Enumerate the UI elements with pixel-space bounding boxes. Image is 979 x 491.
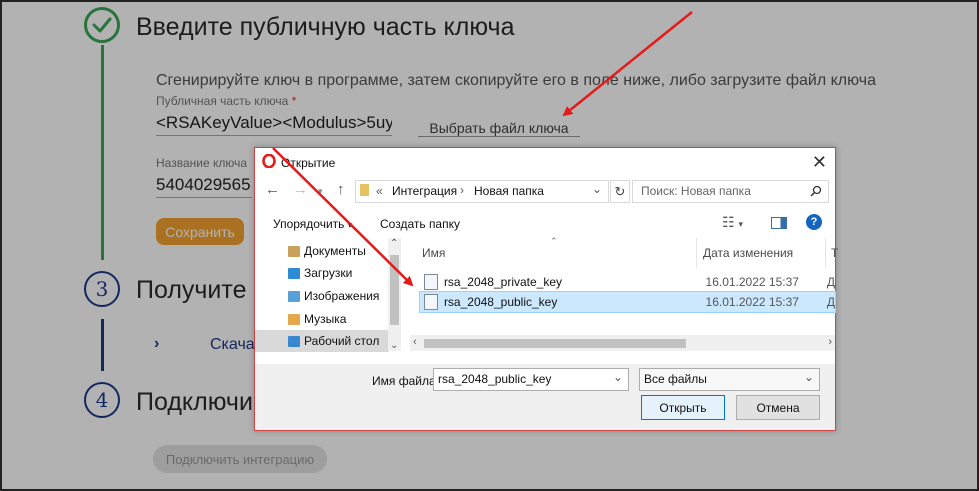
nav-item-pictures[interactable]: Изображения bbox=[255, 285, 389, 307]
column-name[interactable]: Имя bbox=[422, 238, 445, 268]
back-arrow-icon[interactable]: ← bbox=[265, 181, 280, 198]
nav-item-desktop[interactable]: Рабочий стол bbox=[255, 330, 389, 352]
open-file-dialog: Открытие ✕ ← → ▾ ↑ « Интеграция › Новая … bbox=[254, 147, 838, 431]
nav-item-documents[interactable]: Документы bbox=[255, 240, 389, 262]
scroll-left-icon[interactable]: ‹ bbox=[413, 336, 417, 348]
file-date: 16.01.2022 15:37 bbox=[705, 275, 799, 289]
filename-dropdown-icon[interactable]: ⌄ bbox=[613, 370, 623, 384]
search-placeholder: Поиск: Новая папка bbox=[641, 184, 751, 198]
navigation-pane: Документы Загрузки Изображения Музыка Ра… bbox=[255, 238, 402, 352]
filename-value: rsa_2048_public_key bbox=[438, 372, 552, 386]
file-type: Д bbox=[826, 295, 835, 309]
filename-label: Имя файла: bbox=[372, 374, 439, 388]
filetype-dropdown-icon[interactable]: ⌄ bbox=[804, 370, 814, 384]
forward-arrow-icon[interactable]: → bbox=[293, 181, 308, 198]
file-name: rsa_2048_private_key bbox=[443, 275, 563, 289]
scroll-up-icon[interactable]: ⌃ bbox=[390, 238, 398, 249]
view-options-icon[interactable]: ☷ ▾ bbox=[722, 214, 743, 231]
scroll-down-icon[interactable]: ⌄ bbox=[390, 340, 398, 351]
folder-icon bbox=[360, 184, 369, 196]
up-arrow-icon[interactable]: ↑ bbox=[337, 181, 345, 198]
file-icon bbox=[424, 294, 438, 310]
address-dropdown-icon[interactable]: ⌄ bbox=[592, 182, 602, 196]
new-folder-button[interactable]: Создать папку bbox=[380, 217, 460, 231]
open-button[interactable]: Открыть bbox=[641, 395, 725, 420]
dialog-footer: Имя файла: rsa_2048_public_key ⌄ Все фай… bbox=[255, 364, 835, 430]
desktop-folder-icon bbox=[288, 335, 300, 347]
filetype-value: Все файлы bbox=[644, 372, 707, 386]
hscroll-thumb[interactable] bbox=[424, 339, 686, 348]
breadcrumb-new-folder[interactable]: Новая папка bbox=[474, 184, 544, 198]
nav-item-music[interactable]: Музыка bbox=[255, 308, 389, 330]
search-input[interactable]: Поиск: Новая папка bbox=[632, 180, 829, 203]
nav-item-downloads[interactable]: Загрузки bbox=[255, 262, 389, 284]
filename-input[interactable]: rsa_2048_public_key ⌄ bbox=[433, 368, 629, 391]
file-name: rsa_2048_public_key bbox=[443, 295, 558, 309]
scroll-right-icon[interactable]: › bbox=[828, 336, 832, 348]
filetype-select[interactable]: Все файлы ⌄ bbox=[639, 368, 820, 391]
downloads-folder-icon bbox=[288, 267, 300, 279]
dialog-title: Открытие bbox=[281, 156, 336, 170]
pictures-folder-icon bbox=[288, 290, 300, 302]
documents-folder-icon bbox=[288, 245, 300, 257]
column-type[interactable]: Т bbox=[831, 238, 838, 268]
file-row-private-key[interactable]: rsa_2048_private_key 16.01.2022 15:37 Д bbox=[420, 272, 835, 292]
file-icon bbox=[424, 274, 438, 290]
column-divider bbox=[696, 238, 697, 268]
recent-dropdown-icon[interactable]: ▾ bbox=[318, 186, 323, 197]
dialog-titlebar: Открытие ✕ bbox=[255, 148, 835, 176]
music-folder-icon bbox=[288, 313, 300, 325]
file-type: Д bbox=[826, 275, 835, 289]
nav-scroll-thumb[interactable] bbox=[390, 255, 399, 325]
help-icon[interactable]: ? bbox=[806, 214, 822, 230]
organize-menu[interactable]: Упорядочить ▾ bbox=[273, 217, 352, 231]
preview-pane-icon[interactable] bbox=[771, 217, 787, 229]
breadcrumb-separator-icon: › bbox=[460, 183, 464, 197]
navigation-row: ← → ▾ ↑ « Интеграция › Новая папка ⌄ ↻ П… bbox=[255, 178, 835, 204]
screenshot-frame: Введите публичную часть ключа Сгенирируй… bbox=[0, 0, 979, 491]
refresh-icon[interactable]: ↻ bbox=[610, 180, 630, 203]
file-list-scrollbar[interactable]: ‹ › bbox=[410, 335, 835, 351]
search-icon bbox=[810, 185, 822, 197]
breadcrumb-integration[interactable]: Интеграция bbox=[392, 184, 457, 198]
breadcrumb-overflow[interactable]: « bbox=[376, 184, 383, 198]
sort-ascending-icon: ⌃ bbox=[550, 236, 558, 246]
column-date-modified[interactable]: Дата изменения bbox=[703, 238, 793, 268]
dialog-toolbar: Упорядочить ▾ Создать папку ☷ ▾ ? bbox=[255, 210, 835, 236]
file-date: 16.01.2022 15:37 bbox=[705, 295, 799, 309]
nav-scrollbar[interactable]: ⌃ ⌄ bbox=[388, 238, 401, 351]
address-bar[interactable]: « Интеграция › Новая папка ⌄ bbox=[355, 180, 609, 203]
opera-logo-icon bbox=[262, 154, 276, 168]
cancel-button[interactable]: Отмена bbox=[736, 395, 820, 420]
file-row-public-key[interactable]: rsa_2048_public_key 16.01.2022 15:37 Д bbox=[419, 291, 836, 313]
column-divider bbox=[825, 238, 826, 268]
close-icon[interactable]: ✕ bbox=[812, 152, 827, 173]
